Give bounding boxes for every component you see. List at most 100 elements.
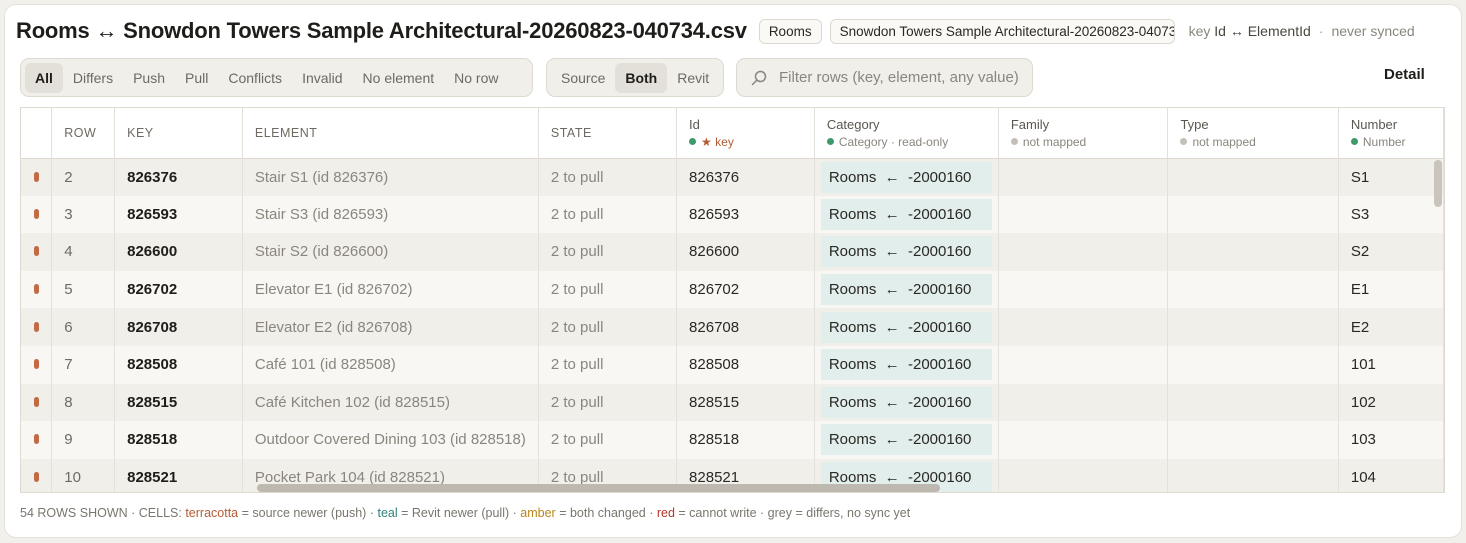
table-row[interactable]: 5 826702 Elevator E1 (id 826702) 2 to pull 8… xyxy=(21,270,1444,309)
row-number[interactable]: 8 xyxy=(51,383,116,422)
row-family[interactable] xyxy=(998,345,1169,384)
row-family[interactable] xyxy=(998,383,1169,422)
row-number[interactable]: 9 xyxy=(51,421,116,459)
row-type[interactable] xyxy=(1167,308,1339,346)
row-state[interactable]: 2 to pull xyxy=(538,383,678,422)
table-row[interactable]: 2 826376 Stair S1 (id 826376) 2 to pull 8263… xyxy=(21,158,1444,196)
table-row[interactable]: 4 826600 Stair S2 (id 826600) 2 to pull 8266… xyxy=(21,233,1444,271)
row-number-value[interactable]: E1 xyxy=(1338,270,1444,309)
row-id[interactable]: 826593 xyxy=(676,195,815,234)
row-type[interactable] xyxy=(1167,233,1339,271)
row-key[interactable]: 826702 xyxy=(114,270,243,309)
view-source[interactable]: Source xyxy=(551,63,615,93)
view-both[interactable]: Both xyxy=(615,62,668,93)
row-state[interactable]: 2 to pull xyxy=(538,345,678,384)
vertical-scrollbar[interactable] xyxy=(1434,160,1442,207)
row-element[interactable]: Café Kitchen 102 (id 828515) xyxy=(242,383,539,422)
row-number-value[interactable]: E2 xyxy=(1338,308,1444,346)
row-element[interactable]: Stair S1 (id 826376) xyxy=(242,158,539,196)
row-key[interactable]: 826708 xyxy=(114,308,243,346)
row-category[interactable]: Rooms ← -2000160 xyxy=(814,308,999,346)
filter-invalid[interactable]: Invalid xyxy=(292,63,352,93)
row-family[interactable] xyxy=(998,158,1169,196)
search-box[interactable] xyxy=(736,58,1033,97)
horizontal-scrollbar[interactable] xyxy=(257,484,940,492)
row-id[interactable]: 828508 xyxy=(676,345,815,384)
row-element[interactable]: Elevator E2 (id 826708) xyxy=(242,308,539,346)
row-number-value[interactable]: 104 xyxy=(1338,458,1444,492)
row-number[interactable]: 2 xyxy=(51,158,116,196)
row-id[interactable]: 826376 xyxy=(676,158,815,196)
row-element[interactable]: Café 101 (id 828508) xyxy=(242,345,539,384)
row-type[interactable] xyxy=(1167,383,1339,422)
col-family[interactable]: Family not mapped xyxy=(998,108,1169,159)
row-type[interactable] xyxy=(1167,158,1339,196)
row-key[interactable]: 828521 xyxy=(114,458,243,492)
table-row[interactable]: 6 826708 Elevator E2 (id 826708) 2 to pull 8… xyxy=(21,308,1444,346)
table-row[interactable]: 9 828518 Outdoor Covered Dining 103 (id 82… xyxy=(21,421,1444,459)
row-family[interactable] xyxy=(998,421,1169,459)
col-number[interactable]: Number Number xyxy=(1338,108,1444,159)
row-family[interactable] xyxy=(998,308,1169,346)
filter-no-element[interactable]: No element xyxy=(353,63,445,93)
row-family[interactable] xyxy=(998,458,1169,492)
row-number[interactable]: 7 xyxy=(51,345,116,384)
row-category[interactable]: Rooms ← -2000160 xyxy=(814,421,999,459)
row-type[interactable] xyxy=(1167,458,1339,492)
filter-all[interactable]: All xyxy=(25,62,63,93)
col-category[interactable]: Category Category · read-only xyxy=(814,108,999,159)
row-number-value[interactable]: S2 xyxy=(1338,233,1444,271)
row-number-value[interactable]: S3 xyxy=(1338,195,1444,234)
row-number[interactable]: 3 xyxy=(51,195,116,234)
detail-button[interactable]: Detail xyxy=(1384,66,1425,83)
row-number-value[interactable]: S1 xyxy=(1338,158,1444,196)
row-key[interactable]: 828515 xyxy=(114,383,243,422)
row-family[interactable] xyxy=(998,270,1169,309)
row-state[interactable]: 2 to pull xyxy=(538,270,678,309)
row-number[interactable]: 4 xyxy=(51,233,116,271)
row-family[interactable] xyxy=(998,195,1169,234)
filter-no-row[interactable]: No row xyxy=(444,63,508,93)
col-row[interactable]: ROW xyxy=(51,108,116,159)
row-element[interactable]: Stair S2 (id 826600) xyxy=(242,233,539,271)
col-state[interactable]: STATE xyxy=(538,108,678,159)
row-id[interactable]: 826600 xyxy=(676,233,815,271)
row-id[interactable]: 828518 xyxy=(676,421,815,459)
row-element[interactable]: Outdoor Covered Dining 103 (id 828518) xyxy=(242,421,539,459)
row-id[interactable]: 826708 xyxy=(676,308,815,346)
row-type[interactable] xyxy=(1167,195,1339,234)
row-state[interactable]: 2 to pull xyxy=(538,233,678,271)
row-element[interactable]: Elevator E1 (id 826702) xyxy=(242,270,539,309)
row-number[interactable]: 6 xyxy=(51,308,116,346)
table-row[interactable]: 8 828515 Café Kitchen 102 (id 828515) 2 to … xyxy=(21,383,1444,422)
filter-conflicts[interactable]: Conflicts xyxy=(218,63,292,93)
col-id[interactable]: Id ★ key xyxy=(676,108,815,159)
col-element[interactable]: ELEMENT xyxy=(242,108,539,159)
row-category[interactable]: Rooms ← -2000160 xyxy=(814,195,999,234)
table-row[interactable]: 7 828508 Café 101 (id 828508) 2 to pull 8285… xyxy=(21,345,1444,384)
row-key[interactable]: 826600 xyxy=(114,233,243,271)
row-element[interactable]: Stair S3 (id 826593) xyxy=(242,195,539,234)
row-key[interactable]: 826376 xyxy=(114,158,243,196)
col-key[interactable]: KEY xyxy=(114,108,243,159)
filter-pull[interactable]: Pull xyxy=(175,63,218,93)
view-revit[interactable]: Revit xyxy=(667,63,719,93)
row-number[interactable]: 5 xyxy=(51,270,116,309)
table-row[interactable]: 3 826593 Stair S3 (id 826593) 2 to pull 8265… xyxy=(21,195,1444,234)
row-number-value[interactable]: 103 xyxy=(1338,421,1444,459)
row-category[interactable]: Rooms ← -2000160 xyxy=(814,345,999,384)
row-state[interactable]: 2 to pull xyxy=(538,308,678,346)
row-id[interactable]: 826702 xyxy=(676,270,815,309)
row-id[interactable]: 828515 xyxy=(676,383,815,422)
row-key[interactable]: 828508 xyxy=(114,345,243,384)
search-input[interactable] xyxy=(777,68,1027,87)
row-number[interactable]: 10 xyxy=(51,458,116,492)
row-type[interactable] xyxy=(1167,421,1339,459)
row-number-value[interactable]: 102 xyxy=(1338,383,1444,422)
filter-differs[interactable]: Differs xyxy=(63,63,123,93)
col-type[interactable]: Type not mapped xyxy=(1167,108,1339,159)
row-category[interactable]: Rooms ← -2000160 xyxy=(814,233,999,271)
row-key[interactable]: 826593 xyxy=(114,195,243,234)
row-category[interactable]: Rooms ← -2000160 xyxy=(814,158,999,196)
rooms-chip[interactable]: Rooms xyxy=(758,18,822,44)
